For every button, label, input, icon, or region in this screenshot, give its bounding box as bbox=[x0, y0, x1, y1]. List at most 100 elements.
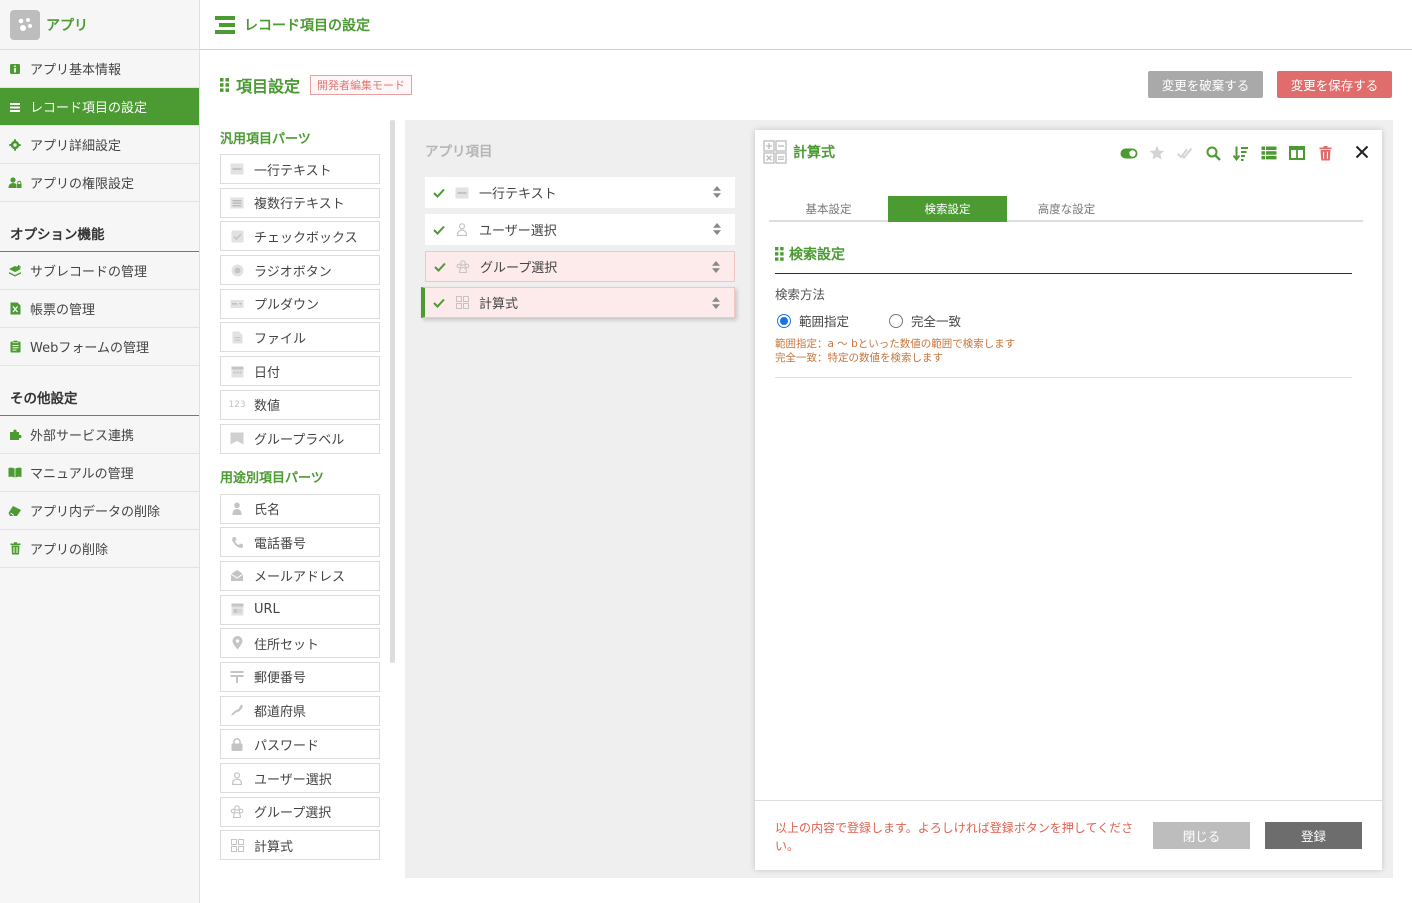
sidebar-item-label: アプリ内データの削除 bbox=[30, 505, 161, 520]
map-pin-icon bbox=[230, 636, 244, 650]
part-postal-code[interactable]: 郵便番号 bbox=[220, 661, 380, 692]
part-number[interactable]: 123 数値 bbox=[220, 389, 380, 420]
search-icon[interactable] bbox=[1199, 144, 1227, 162]
hint-range: 範囲指定：a 〜 bといった数値の範囲で検索します bbox=[775, 338, 1016, 350]
sort-handle-icon[interactable] bbox=[713, 223, 721, 235]
part-label: 一行テキスト bbox=[254, 163, 332, 179]
part-formula[interactable]: 計算式 bbox=[220, 830, 380, 861]
calculator-icon bbox=[763, 140, 787, 164]
part-label: ラジオボタン bbox=[254, 264, 332, 280]
part-radio-button[interactable]: ラジオボタン bbox=[220, 255, 380, 286]
part-label: 住所セット bbox=[254, 637, 320, 653]
users-outline-icon bbox=[230, 805, 244, 819]
part-file[interactable]: ファイル bbox=[220, 322, 380, 353]
app-item-row-selected[interactable]: 計算式 bbox=[421, 287, 735, 318]
section-title-label: 検索設定 bbox=[789, 247, 845, 263]
search-settings-section-title: 検索設定 bbox=[775, 244, 1352, 274]
sidebar-item-app-permissions[interactable]: アプリの権限設定 bbox=[0, 164, 199, 202]
sidebar-item-forms[interactable]: 帳票の管理 bbox=[0, 290, 199, 328]
sidebar-item-label: アプリ基本情報 bbox=[30, 63, 122, 78]
sidebar-item-external-services[interactable]: 外部サービス連携 bbox=[0, 416, 199, 454]
calculator-icon bbox=[455, 296, 469, 310]
radio-exact-match[interactable] bbox=[889, 313, 904, 328]
star-icon[interactable] bbox=[1143, 144, 1171, 162]
part-url[interactable]: URL bbox=[220, 594, 380, 625]
radio-exact-match-label[interactable]: 完全一致 bbox=[911, 311, 961, 330]
part-pulldown[interactable]: プルダウン bbox=[220, 288, 380, 319]
tab-search-settings[interactable]: 検索設定 bbox=[888, 196, 1007, 222]
part-phone[interactable]: 電話番号 bbox=[220, 527, 380, 558]
sidebar-section-options: オプション機能 bbox=[0, 216, 199, 252]
radio-range-label[interactable]: 範囲指定 bbox=[799, 311, 849, 330]
list-icon bbox=[8, 100, 22, 114]
search-method-hints: 範囲指定：a 〜 bといった数値の範囲で検索します 完全一致：特定の数値を検索し… bbox=[775, 337, 1015, 365]
panel-footer: 以上の内容で登録します。よろしければ登録ボタンを押してください。 閉じる 登録 bbox=[755, 800, 1382, 870]
sidebar-item-subrecords[interactable]: サブレコードの管理 bbox=[0, 252, 199, 290]
part-checkbox[interactable]: チェックボックス bbox=[220, 221, 380, 252]
part-multi-line-text[interactable]: 複数行テキスト bbox=[220, 187, 380, 218]
panel-title: 計算式 bbox=[793, 145, 835, 161]
part-date[interactable]: 日付 bbox=[220, 356, 380, 387]
part-prefecture[interactable]: 都道府県 bbox=[220, 695, 380, 726]
book-icon bbox=[8, 466, 22, 480]
app-item-row[interactable]: ユーザー選択 bbox=[425, 214, 735, 245]
app-items-title: アプリ項目 bbox=[425, 144, 493, 160]
panel-tabs: 基本設定 検索設定 高度な設定 bbox=[769, 196, 1363, 222]
sidebar-item-delete-app-data[interactable]: アプリ内データの削除 bbox=[0, 492, 199, 530]
columns-icon[interactable] bbox=[1283, 144, 1311, 162]
page-head: 項目設定 開発者編集モード 変更を破棄する 変更を保存する bbox=[220, 70, 1392, 100]
part-label: 電話番号 bbox=[254, 536, 307, 552]
part-single-line-text[interactable]: 一行テキスト bbox=[220, 154, 380, 184]
sidebar-item-record-field-settings[interactable]: レコード項目の設定 bbox=[0, 88, 199, 126]
discard-changes-button[interactable]: 変更を破棄する bbox=[1148, 71, 1263, 98]
sort-handle-icon[interactable] bbox=[713, 186, 721, 198]
trash-icon[interactable] bbox=[1311, 144, 1339, 162]
group-label-icon bbox=[230, 432, 244, 446]
layers-icon bbox=[8, 264, 22, 278]
part-address[interactable]: 住所セット bbox=[220, 628, 380, 659]
sidebar-item-app-detail-settings[interactable]: アプリ詳細設定 bbox=[0, 126, 199, 164]
sidebar-item-manuals[interactable]: マニュアルの管理 bbox=[0, 454, 199, 492]
panel-header: 計算式 bbox=[763, 140, 835, 164]
calculator-icon bbox=[230, 838, 244, 852]
part-email[interactable]: メールアドレス bbox=[220, 560, 380, 591]
app-item-row[interactable]: グループ選択 bbox=[425, 251, 735, 282]
part-password[interactable]: パスワード bbox=[220, 729, 380, 760]
pulldown-icon bbox=[230, 297, 244, 311]
panel-toolbar bbox=[1115, 144, 1339, 162]
toggle-icon[interactable] bbox=[1115, 144, 1143, 162]
sidebar-item-label: アプリの削除 bbox=[30, 543, 109, 558]
sort-icon[interactable] bbox=[1227, 144, 1255, 162]
file-icon bbox=[230, 330, 244, 344]
field-detail-panel: 計算式 基本設定 検索設定 高度な設定 検索設定 検索方法 範囲指定 完全一致 … bbox=[755, 130, 1382, 870]
eraser-icon bbox=[8, 504, 22, 518]
app-logo-area[interactable]: アプリ bbox=[0, 0, 199, 50]
tab-advanced-settings[interactable]: 高度な設定 bbox=[1007, 196, 1126, 222]
search-method-options: 範囲指定 完全一致 bbox=[777, 311, 961, 330]
save-changes-button[interactable]: 変更を保存する bbox=[1277, 71, 1392, 98]
sidebar-item-delete-app[interactable]: アプリの削除 bbox=[0, 530, 199, 568]
register-button[interactable]: 登録 bbox=[1265, 822, 1362, 849]
part-name[interactable]: 氏名 bbox=[220, 493, 380, 524]
part-label: メールアドレス bbox=[254, 570, 346, 586]
trash-icon bbox=[8, 542, 22, 556]
tab-basic-settings[interactable]: 基本設定 bbox=[769, 196, 888, 222]
sort-handle-icon[interactable] bbox=[712, 261, 720, 273]
puzzle-icon bbox=[8, 428, 22, 442]
list-view-icon[interactable] bbox=[1255, 144, 1283, 162]
radio-range[interactable] bbox=[777, 313, 791, 328]
part-group-label[interactable]: グループラベル bbox=[220, 423, 380, 454]
double-check-icon[interactable] bbox=[1171, 144, 1199, 162]
sort-handle-icon[interactable] bbox=[712, 297, 720, 309]
sidebar-item-webforms[interactable]: Webフォームの管理 bbox=[0, 328, 199, 366]
parts-scrollbar[interactable] bbox=[390, 120, 395, 663]
close-icon[interactable] bbox=[1353, 143, 1371, 161]
part-group-select[interactable]: グループ選択 bbox=[220, 796, 380, 827]
app-item-row[interactable]: 一行テキスト bbox=[425, 177, 735, 208]
check-icon bbox=[433, 298, 445, 308]
sidebar-item-app-basic-info[interactable]: アプリ基本情報 bbox=[0, 50, 199, 88]
sidebar-item-label: Webフォームの管理 bbox=[30, 341, 149, 356]
check-icon bbox=[434, 262, 446, 272]
part-user-select[interactable]: ユーザー選択 bbox=[220, 763, 380, 793]
close-button[interactable]: 閉じる bbox=[1153, 822, 1250, 849]
